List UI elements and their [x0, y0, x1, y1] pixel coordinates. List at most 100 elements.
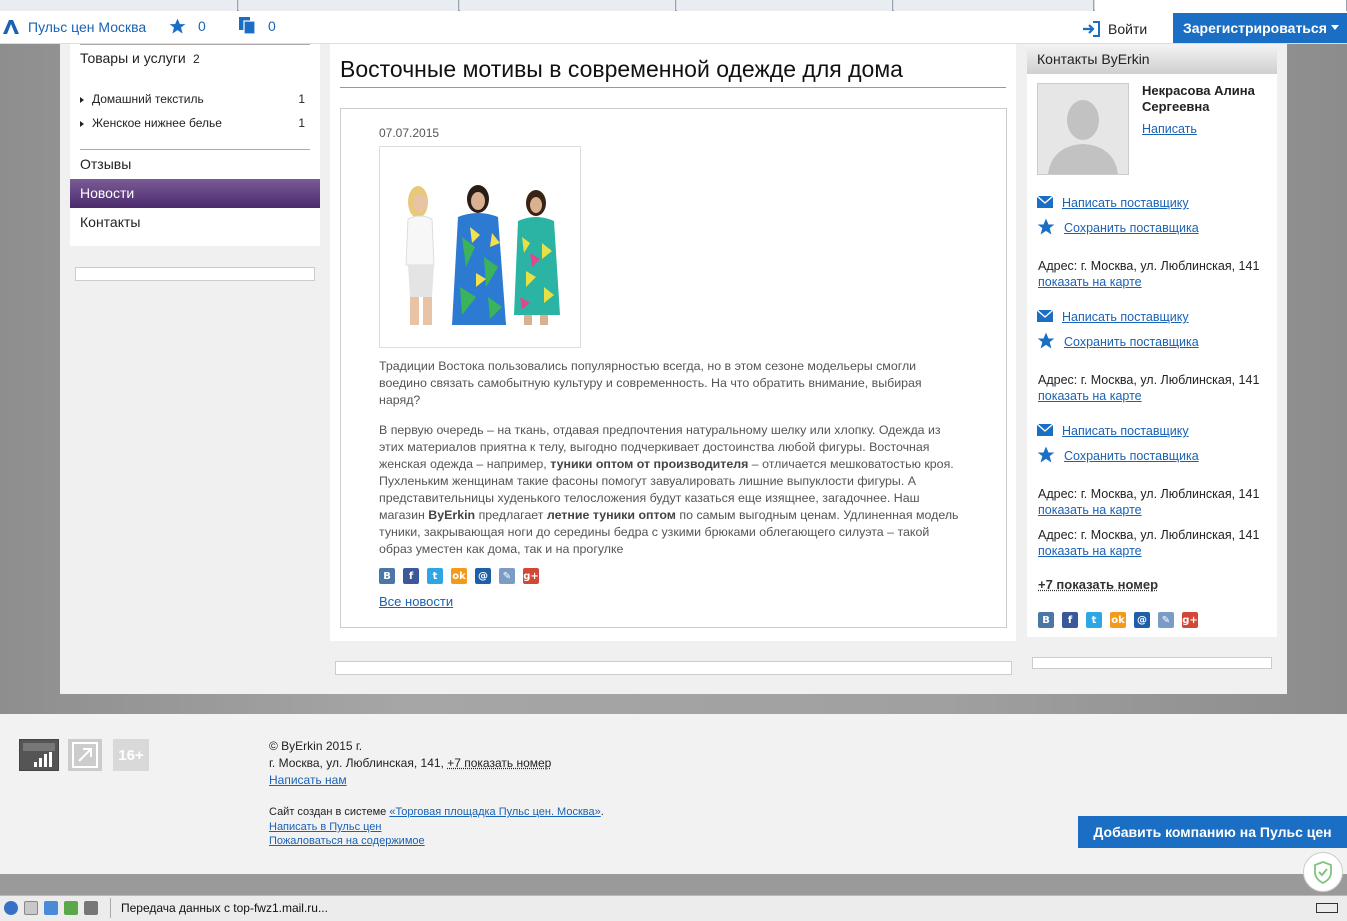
agent-icon[interactable] — [44, 901, 58, 915]
menu-item-contacts[interactable]: Контакты — [70, 208, 320, 237]
chart-icon[interactable] — [64, 901, 78, 915]
category-count: 2 — [193, 52, 200, 66]
odnoklassniki-icon[interactable]: ok — [1110, 612, 1126, 628]
browser-tab[interactable] — [460, 0, 676, 11]
footer-report: Пожаловаться на содержимое — [269, 835, 425, 847]
facebook-icon[interactable]: f — [403, 568, 419, 584]
save-supplier-link[interactable]: Сохранить поставщика — [1064, 335, 1199, 349]
menu-item-reviews[interactable]: Отзывы — [70, 150, 320, 179]
share-buttons: Bf t ok @ ✎ g+ — [379, 568, 539, 584]
twitter-icon[interactable]: t — [427, 568, 443, 584]
platform-link[interactable]: «Торговая площадка Пульс цен. Москва» — [389, 806, 600, 818]
article-intro: Традиции Востока пользовались популярнос… — [379, 359, 922, 407]
odnoklassniki-icon[interactable]: ok — [451, 568, 467, 584]
external-link-badge[interactable] — [68, 739, 102, 771]
twitter-icon[interactable]: t — [1086, 612, 1102, 628]
mailru-icon[interactable]: @ — [475, 568, 491, 584]
show-on-map-link[interactable]: показать на карте — [1038, 503, 1142, 517]
register-button[interactable]: Зарегистрироваться — [1173, 13, 1347, 43]
write-supplier-row[interactable]: Написать поставщику — [1036, 194, 1189, 212]
all-news-link[interactable]: Все новости — [379, 594, 453, 609]
address-text: Адрес: г. Москва, ул. Люблинская, 141 — [1038, 487, 1260, 501]
write-supplier-row[interactable]: Написать поставщику — [1036, 422, 1189, 440]
subcategory-count: 1 — [298, 92, 305, 106]
subcategory-label: Домашний текстиль — [92, 92, 204, 106]
article-brand: ByErkin — [428, 508, 476, 522]
write-puls-link[interactable]: Написать в Пульс цен — [269, 821, 382, 833]
star-icon — [1036, 445, 1056, 468]
women-photo-image — [405, 185, 560, 325]
browser-tab[interactable] — [239, 0, 459, 11]
address-text: Адрес: г. Москва, ул. Люблинская, 141 — [1038, 259, 1260, 273]
age-rating-badge: 16+ — [113, 739, 149, 771]
menu-item-news[interactable]: Новости — [70, 179, 320, 208]
footer-address-text: г. Москва, ул. Люблинская, 141, — [269, 756, 444, 770]
compare-count: 0 — [268, 18, 276, 34]
star-icon — [1036, 217, 1056, 240]
star-icon — [1036, 331, 1056, 354]
save-supplier-row[interactable]: Сохранить поставщика — [1036, 445, 1199, 468]
page-title: Восточные мотивы в современной одежде дл… — [340, 56, 903, 82]
star-icon[interactable] — [168, 17, 187, 36]
show-on-map-link[interactable]: показать на карте — [1038, 389, 1142, 403]
login-button[interactable]: Войти — [1082, 20, 1147, 38]
pulse-logo-icon[interactable] — [2, 18, 20, 35]
facebook-icon[interactable]: f — [1062, 612, 1078, 628]
write-person-link[interactable]: Написать — [1142, 122, 1197, 136]
show-on-map-link[interactable]: показать на карте — [1038, 275, 1142, 289]
mailru-counter-badge[interactable] — [19, 739, 59, 771]
login-icon — [1083, 21, 1100, 37]
vk-icon[interactable]: B — [1038, 612, 1054, 628]
save-supplier-link[interactable]: Сохранить поставщика — [1064, 449, 1199, 463]
mailru-icon[interactable]: @ — [1134, 612, 1150, 628]
browser-tab[interactable] — [894, 0, 1094, 11]
show-on-map-link[interactable]: показать на карте — [1038, 544, 1142, 558]
footer-write: Написать нам — [269, 773, 347, 787]
subcategory-label: Женское нижнее белье — [92, 116, 222, 130]
report-content-link[interactable]: Пожаловаться на содержимое — [269, 835, 425, 847]
supplier-address: Адрес: г. Москва, ул. Люблинская, 141 по… — [1038, 372, 1268, 404]
globe-icon[interactable] — [4, 901, 18, 915]
browser-tab[interactable] — [677, 0, 893, 11]
subcategory-item[interactable]: Женское нижнее белье 1 — [80, 116, 305, 132]
article-keyword: туники оптом от производителя — [550, 457, 749, 471]
mail-icon[interactable] — [24, 901, 38, 915]
livejournal-icon[interactable]: ✎ — [1158, 612, 1174, 628]
tools-icon[interactable] — [84, 901, 98, 915]
site-name-link[interactable]: Пульс цен Москва — [28, 19, 146, 35]
save-supplier-row[interactable]: Сохранить поставщика — [1036, 331, 1199, 354]
bullet-icon — [80, 121, 84, 127]
article-photo[interactable] — [379, 146, 581, 348]
created-suffix: . — [600, 806, 604, 818]
arrow-icon — [72, 742, 98, 768]
article-date: 07.07.2015 — [379, 126, 440, 140]
vk-icon[interactable]: B — [379, 568, 395, 584]
security-shield-badge[interactable] — [1303, 852, 1343, 892]
address-text: Адрес: г. Москва, ул. Люблинская, 141 — [1038, 528, 1260, 542]
status-icons — [4, 901, 98, 915]
livejournal-icon[interactable]: ✎ — [499, 568, 515, 584]
save-supplier-link[interactable]: Сохранить поставщика — [1064, 221, 1199, 235]
write-supplier-row[interactable]: Написать поставщику — [1036, 308, 1189, 326]
subcategory-item[interactable]: Домашний текстиль 1 — [80, 92, 305, 108]
googleplus-icon[interactable]: g+ — [1182, 612, 1198, 628]
write-us-link[interactable]: Написать нам — [269, 773, 347, 787]
category-title[interactable]: Товары и услуги — [80, 50, 186, 66]
envelope-icon — [1036, 422, 1054, 440]
write-supplier-link[interactable]: Написать поставщику — [1062, 196, 1189, 210]
status-text: Передача данных с top-fwz1.mail.ru... — [121, 901, 328, 915]
article-text: предлагает — [475, 508, 547, 522]
browser-tab[interactable] — [0, 0, 238, 11]
write-supplier-link[interactable]: Написать поставщику — [1062, 310, 1189, 324]
footer-phone-link[interactable]: +7 показать номер — [447, 756, 551, 770]
browser-tab-active[interactable] — [1095, 0, 1347, 11]
supplier-address: Адрес: г. Москва, ул. Люблинская, 141 по… — [1038, 527, 1268, 559]
add-company-button[interactable]: Добавить компанию на Пульс цен — [1078, 816, 1347, 848]
divider — [110, 898, 111, 918]
compare-icon[interactable] — [238, 16, 256, 35]
write-supplier-link[interactable]: Написать поставщику — [1062, 424, 1189, 438]
show-phone-link[interactable]: +7 показать номер — [1038, 577, 1158, 592]
googleplus-icon[interactable]: g+ — [523, 568, 539, 584]
created-text: Сайт создан в системе — [269, 806, 390, 818]
save-supplier-row[interactable]: Сохранить поставщика — [1036, 217, 1199, 240]
